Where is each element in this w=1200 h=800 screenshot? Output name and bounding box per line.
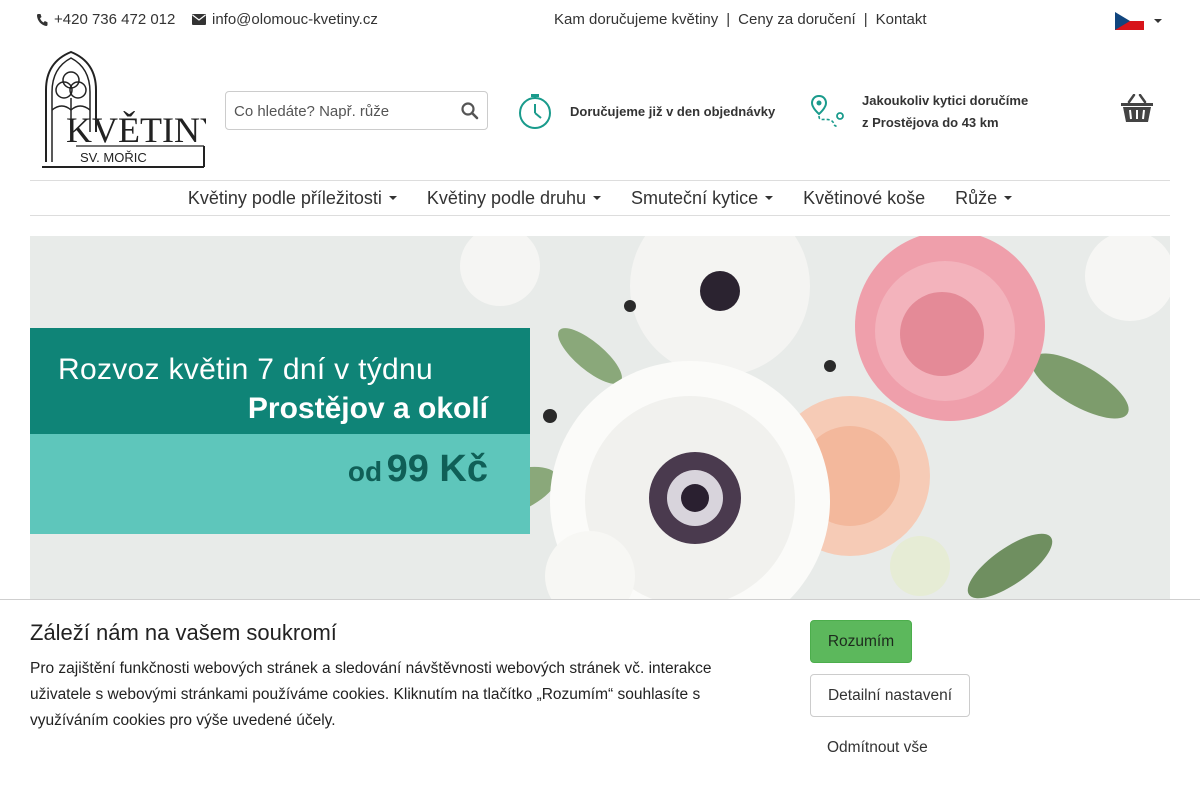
nav-item-label: Květiny podle druhu (426, 187, 587, 208)
nav-item-label: Květinové koše (803, 187, 926, 208)
hero-banner[interactable]: Rozvoz květin 7 dní v týdnu Prostějov a … (30, 236, 1170, 616)
delivery-area-line1: Jakoukoliv kytici doručíme (862, 93, 1029, 108)
phone-number[interactable]: +420 736 472 012 (54, 11, 175, 28)
cookie-title: Záleží nám na vašem soukromí (30, 620, 337, 645)
nav-item-label: Smuteční kytice (631, 187, 759, 208)
top-links: Kam doručujeme květiny | Ceny za doručen… (554, 11, 927, 28)
hero-price: od 99 Kč (30, 448, 488, 491)
phone-contact[interactable]: +420 736 472 012 (36, 11, 175, 28)
chevron-down-icon (388, 196, 397, 200)
cookie-settings-button[interactable]: Detailní nastavení (810, 674, 970, 717)
chevron-down-icon (1004, 196, 1013, 200)
hero-location: Prostějov a okolí (247, 392, 488, 425)
hero-price-value: 99 Kč (386, 448, 488, 490)
nav-item-roses[interactable]: Růže (955, 187, 1013, 209)
email-address[interactable]: info@olomouc-kvetiny.cz (212, 11, 378, 28)
stopwatch-icon (519, 94, 551, 129)
chevron-down-icon (765, 196, 774, 200)
envelope-icon (192, 14, 206, 25)
delivery-area-line2: z Prostějova do 43 km (862, 115, 999, 130)
chevron-down-icon (1154, 19, 1162, 23)
cookie-consent-bar: Záleží nám na vašem soukromí Pro zajiště… (0, 599, 1200, 800)
hero-headline: Rozvoz květin 7 dní v týdnu (58, 353, 433, 386)
logo-text-main: KVĚTINY (66, 110, 206, 150)
phone-icon (36, 13, 48, 26)
route-pin-icon (810, 94, 844, 127)
same-day-delivery-info: Doručujeme již v den objednávky (516, 92, 775, 130)
logo-text-sub: SV. MOŘIC (80, 150, 147, 165)
link-contact[interactable]: Kontakt (876, 11, 927, 28)
nav-item-label: Květiny podle příležitosti (187, 187, 382, 208)
hero-price-prefix: od (347, 456, 383, 487)
chevron-down-icon (593, 196, 602, 200)
search-box (225, 91, 488, 130)
reject-all-button[interactable]: Odmítnout vše (827, 739, 928, 757)
separator: | (863, 11, 868, 28)
search-input[interactable] (234, 100, 454, 122)
accept-cookies-button[interactable]: Rozumím (810, 620, 912, 663)
logo-graphic: KVĚTINY SV. MOŘIC (42, 50, 226, 168)
nav-item-flower-types[interactable]: Květiny podle druhu (426, 187, 602, 209)
top-bar: +420 736 472 012 info@olomouc-kvetiny.cz… (0, 0, 1200, 40)
main-navigation: Květiny podle příležitosti Květiny podle… (30, 180, 1170, 216)
link-delivery-areas[interactable]: Kam doručujeme květiny (554, 11, 718, 28)
search-icon[interactable] (460, 101, 480, 121)
cookie-text: Pro zajištění funkčnosti webových stráne… (30, 660, 712, 729)
nav-item-label: Růže (955, 187, 998, 208)
language-selector[interactable] (1115, 12, 1162, 30)
delivery-area-text: Jakoukoliv kytici doručíme z Prostějova … (862, 90, 1028, 134)
email-contact[interactable]: info@olomouc-kvetiny.cz (192, 11, 378, 28)
separator: | (726, 11, 731, 28)
basket-icon[interactable] (1120, 94, 1154, 124)
site-logo[interactable]: KVĚTINY SV. MOŘIC (40, 50, 226, 170)
delivery-area-info: Jakoukoliv kytici doručíme z Prostějova … (810, 90, 1028, 134)
link-delivery-prices[interactable]: Ceny za doručení (738, 11, 856, 28)
nav-item-occasions[interactable]: Květiny podle příležitosti (188, 188, 397, 209)
nav-item-funeral[interactable]: Smuteční kytice (631, 187, 774, 209)
same-day-delivery-text: Doručujeme již v den objednávky (570, 103, 776, 119)
czech-flag-icon (1115, 12, 1144, 30)
nav-item-baskets[interactable]: Květinové koše (803, 188, 925, 209)
